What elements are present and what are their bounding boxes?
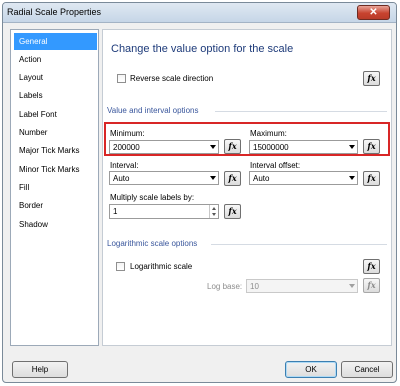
interval-offset-fx-button[interactable]: fx bbox=[363, 171, 380, 186]
multiply-label: Multiply scale labels by: bbox=[110, 193, 195, 202]
sidebar-item-shadow[interactable]: Shadow bbox=[14, 216, 97, 233]
log-section-title: Logarithmic scale options bbox=[107, 239, 198, 248]
reverse-scale-label: Reverse scale direction bbox=[130, 74, 214, 83]
chevron-down-icon bbox=[349, 145, 355, 149]
logarithmic-label: Logarithmic scale bbox=[130, 262, 193, 271]
interval-value: Auto bbox=[113, 174, 130, 183]
value-section-divider bbox=[215, 111, 387, 112]
fx-icon: fx bbox=[367, 280, 376, 290]
spinner-buttons[interactable] bbox=[209, 205, 218, 218]
chevron-down-icon bbox=[210, 176, 216, 180]
page-title: Change the value option for the scale bbox=[111, 43, 294, 55]
minimum-value: 200000 bbox=[113, 143, 140, 152]
log-base-fx-button[interactable]: fx bbox=[363, 278, 380, 293]
minimum-label: Minimum: bbox=[110, 129, 145, 138]
general-panel: Change the value option for the scale Re… bbox=[102, 29, 392, 346]
chevron-down-icon bbox=[349, 284, 355, 288]
cancel-button[interactable]: Cancel bbox=[341, 361, 393, 378]
multiply-fx-button[interactable]: fx bbox=[224, 204, 241, 219]
multiply-spinner[interactable]: 1 bbox=[109, 204, 219, 219]
fx-icon: fx bbox=[228, 141, 237, 151]
maximum-value: 15000000 bbox=[253, 143, 289, 152]
fx-icon: fx bbox=[367, 261, 376, 271]
sidebar-item-fill[interactable]: Fill bbox=[14, 179, 97, 196]
fx-icon: fx bbox=[228, 173, 237, 183]
minimum-combo[interactable]: 200000 bbox=[109, 140, 219, 154]
dialog-window: Radial Scale Properties ✕ General Action… bbox=[2, 2, 397, 383]
sidebar-item-layout[interactable]: Layout bbox=[14, 69, 97, 86]
interval-offset-combo[interactable]: Auto bbox=[249, 171, 358, 185]
fx-icon: fx bbox=[367, 173, 376, 183]
reverse-scale-checkbox[interactable] bbox=[117, 74, 126, 83]
sidebar-item-number[interactable]: Number bbox=[14, 124, 97, 141]
log-base-label: Log base: bbox=[207, 282, 243, 291]
sidebar-item-general[interactable]: General bbox=[14, 33, 97, 50]
ok-button[interactable]: OK bbox=[285, 361, 337, 378]
fx-icon: fx bbox=[367, 73, 376, 83]
interval-combo[interactable]: Auto bbox=[109, 171, 219, 185]
fx-icon: fx bbox=[228, 206, 237, 216]
window-title: Radial Scale Properties bbox=[7, 7, 102, 17]
sidebar-item-labels[interactable]: Labels bbox=[14, 87, 97, 104]
logarithmic-fx-button[interactable]: fx bbox=[363, 259, 380, 274]
sidebar-item-major-tick-marks[interactable]: Major Tick Marks bbox=[14, 142, 97, 159]
interval-fx-button[interactable]: fx bbox=[224, 171, 241, 186]
logarithmic-checkbox[interactable] bbox=[116, 262, 125, 271]
chevron-down-icon bbox=[210, 145, 216, 149]
sidebar: General Action Layout Labels Label Font … bbox=[10, 29, 99, 346]
maximum-label: Maximum: bbox=[250, 129, 287, 138]
close-icon: ✕ bbox=[369, 7, 378, 18]
help-button[interactable]: Help bbox=[12, 361, 68, 378]
title-bar[interactable]: Radial Scale Properties ✕ bbox=[3, 3, 396, 23]
sidebar-item-action[interactable]: Action bbox=[14, 51, 97, 68]
sidebar-item-minor-tick-marks[interactable]: Minor Tick Marks bbox=[14, 161, 97, 178]
sidebar-item-border[interactable]: Border bbox=[14, 197, 97, 214]
minimum-fx-button[interactable]: fx bbox=[224, 139, 241, 154]
sidebar-item-label-font[interactable]: Label Font bbox=[14, 106, 97, 123]
log-section-divider bbox=[211, 244, 387, 245]
reverse-scale-fx-button[interactable]: fx bbox=[363, 71, 380, 86]
spinner-up-icon[interactable] bbox=[212, 207, 216, 210]
multiply-value: 1 bbox=[113, 207, 118, 216]
interval-offset-value: Auto bbox=[253, 174, 270, 183]
spinner-down-icon[interactable] bbox=[212, 213, 216, 216]
interval-offset-label: Interval offset: bbox=[250, 161, 301, 170]
log-base-value: 10 bbox=[250, 282, 259, 291]
chevron-down-icon bbox=[349, 176, 355, 180]
log-base-combo[interactable]: 10 bbox=[246, 279, 358, 293]
value-section-title: Value and interval options bbox=[107, 106, 199, 115]
maximum-fx-button[interactable]: fx bbox=[363, 139, 380, 154]
maximum-combo[interactable]: 15000000 bbox=[249, 140, 358, 154]
interval-label: Interval: bbox=[110, 161, 139, 170]
close-button[interactable]: ✕ bbox=[357, 5, 390, 20]
fx-icon: fx bbox=[367, 141, 376, 151]
